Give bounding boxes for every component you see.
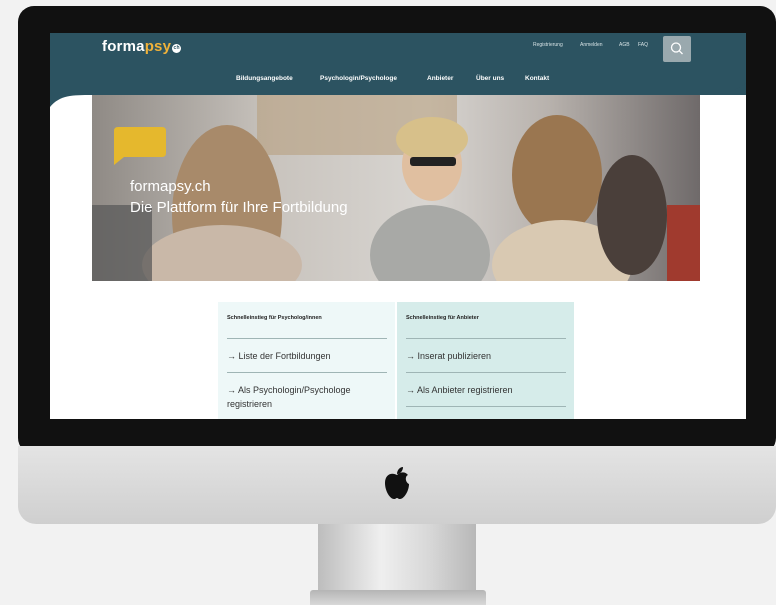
- util-link-anmelden[interactable]: Anmelden: [580, 42, 603, 48]
- nav-anbieter[interactable]: Anbieter: [427, 75, 453, 82]
- divider: [406, 372, 566, 373]
- monitor-stand-base: [310, 590, 486, 605]
- quickstart-psych-title: Schnelleinstieg für Psycholog/innen: [227, 315, 322, 321]
- browser-screen: formapsy ch Registrierung Anmelden AGB FA…: [50, 33, 746, 419]
- nav-bildungsangebote[interactable]: Bildungsangebote: [236, 75, 293, 82]
- hero-title: formapsy.ch: [130, 178, 211, 195]
- speech-bubble-icon: [114, 127, 166, 165]
- hero-banner: formapsy.ch Die Plattform für Ihre Fortb…: [92, 95, 700, 281]
- divider: [406, 406, 566, 407]
- link-register-psychologist[interactable]: → Als Psychologin/Psychologe registriere…: [227, 383, 387, 411]
- nav-psychologin[interactable]: Psychologin/Psychologe: [320, 75, 397, 82]
- search-button[interactable]: [663, 36, 691, 62]
- link-register-provider[interactable]: → Als Anbieter registrieren: [406, 383, 566, 397]
- logo[interactable]: formapsy ch: [102, 38, 182, 55]
- util-link-agb[interactable]: AGB: [619, 42, 630, 48]
- hero-subtitle: Die Plattform für Ihre Fortbildung: [130, 199, 348, 216]
- logo-badge: ch: [172, 44, 182, 53]
- quickstart-psychologists: Schnelleinstieg für Psycholog/innen → Li…: [218, 302, 395, 419]
- divider: [406, 338, 566, 339]
- apple-logo-icon: [385, 467, 409, 499]
- monitor-stand: [318, 524, 476, 594]
- nav-ueber-uns[interactable]: Über uns: [476, 75, 504, 82]
- quickstart-provider-title: Schnelleinstieg für Anbieter: [406, 315, 479, 321]
- logo-accent: psy: [144, 38, 172, 55]
- util-link-registrierung[interactable]: Registrierung: [533, 42, 563, 48]
- divider: [227, 372, 387, 373]
- link-publish-ad[interactable]: → Inserat publizieren: [406, 349, 566, 363]
- logo-text: forma: [102, 38, 145, 55]
- search-icon: [670, 42, 683, 55]
- nav-kontakt[interactable]: Kontakt: [525, 75, 549, 82]
- divider: [227, 338, 387, 339]
- quickstart-providers: Schnelleinstieg für Anbieter → Inserat p…: [397, 302, 574, 419]
- link-fortbildungen-list[interactable]: → Liste der Fortbildungen: [227, 349, 387, 363]
- util-link-faq[interactable]: FAQ: [638, 42, 648, 48]
